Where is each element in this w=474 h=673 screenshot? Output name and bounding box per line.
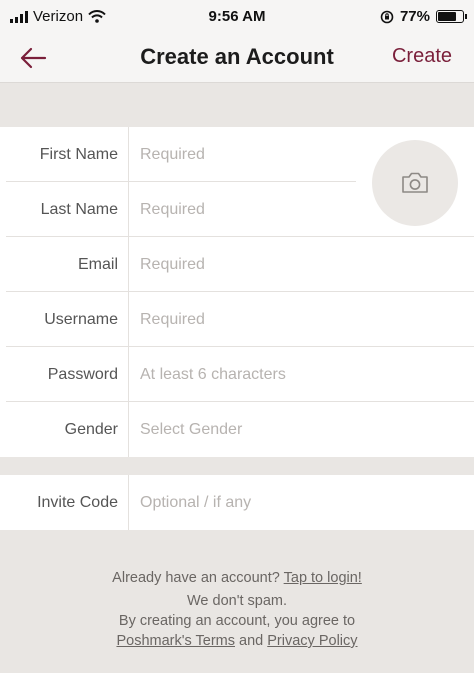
password-row: Password At least 6 characters <box>0 347 474 402</box>
nav-bar: Create an Account Create <box>0 33 474 83</box>
orientation-lock-icon <box>380 10 394 23</box>
divider <box>128 347 129 402</box>
legal-links-line: Poshmark's Terms and Privacy Policy <box>0 631 474 651</box>
invite-code-row: Invite Code Optional / if any <box>0 475 474 530</box>
invite-code-field[interactable]: Optional / if any <box>140 475 251 530</box>
battery-icon <box>436 10 467 23</box>
footer: Already have an account? Tap to login! W… <box>0 530 474 673</box>
battery-fill <box>438 12 457 21</box>
divider <box>128 127 129 182</box>
divider <box>128 182 129 237</box>
email-label: Email <box>77 256 118 273</box>
battery-percent: 77% <box>399 8 430 25</box>
last-name-label: Last Name <box>40 201 118 218</box>
divider <box>128 292 129 347</box>
username-field[interactable]: Required <box>140 292 205 347</box>
password-field[interactable]: At least 6 characters <box>140 347 286 402</box>
email-row: Email Required <box>0 237 474 292</box>
camera-icon <box>402 172 428 193</box>
divider <box>128 402 129 457</box>
privacy-policy-link[interactable]: Privacy Policy <box>267 633 357 649</box>
first-name-label: First Name <box>39 146 118 163</box>
invite-section: Invite Code Optional / if any <box>0 475 474 530</box>
status-right: 77% <box>380 8 467 25</box>
divider <box>128 475 129 530</box>
section-spacer <box>0 457 474 475</box>
username-row: Username Required <box>0 292 474 347</box>
password-label: Password <box>47 366 118 383</box>
create-button[interactable]: Create <box>392 45 452 68</box>
gender-label: Gender <box>64 421 118 438</box>
terms-link[interactable]: Poshmark's Terms <box>116 633 235 649</box>
login-link[interactable]: Tap to login! <box>284 570 362 586</box>
add-photo-button[interactable] <box>372 140 458 226</box>
no-spam-text: We don't spam. <box>186 593 288 609</box>
username-label: Username <box>44 311 118 328</box>
email-field[interactable]: Required <box>140 237 205 292</box>
status-bar: Verizon 9:56 AM 77% <box>0 0 474 33</box>
divider <box>128 237 129 292</box>
gender-row: Gender Select Gender <box>0 402 474 457</box>
first-name-field[interactable]: Required <box>140 127 205 182</box>
agree-text: By creating an account, you agree to <box>118 613 356 629</box>
section-spacer <box>0 84 474 127</box>
and-text: and <box>239 633 264 649</box>
login-prompt-text: Already have an account? <box>112 570 280 586</box>
gender-select[interactable]: Select Gender <box>140 402 242 457</box>
invite-code-label: Invite Code <box>37 494 118 511</box>
login-prompt-line: Already have an account? Tap to login! <box>0 568 474 588</box>
last-name-field[interactable]: Required <box>140 182 205 237</box>
